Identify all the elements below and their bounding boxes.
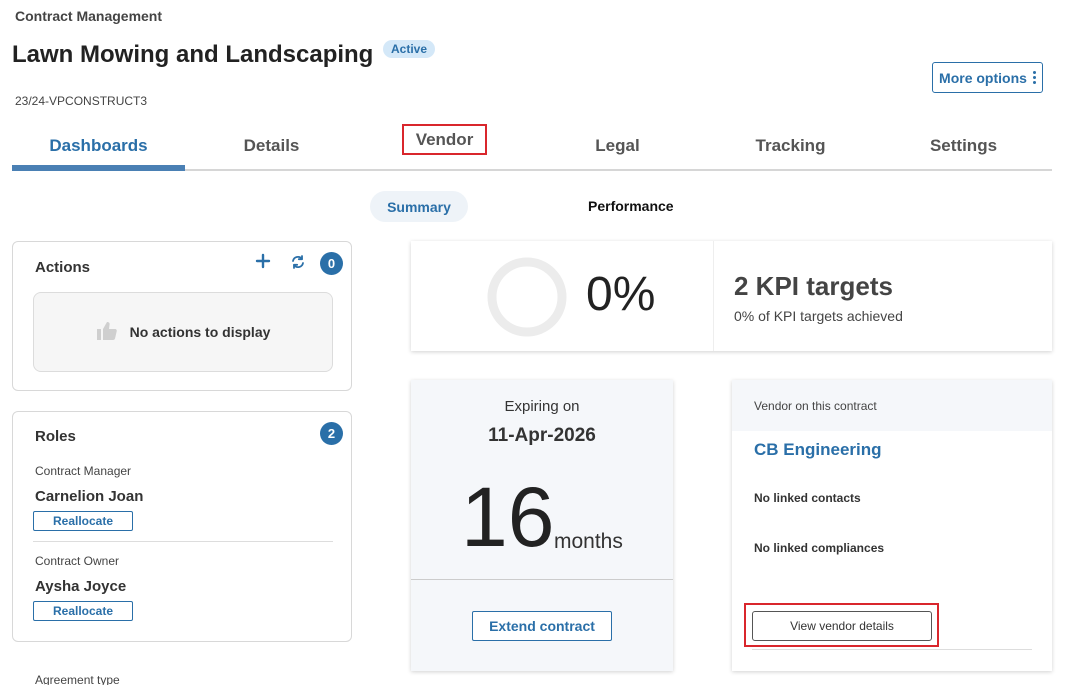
- kpi-percent: 0%: [586, 268, 656, 321]
- extend-contract-button[interactable]: Extend contract: [472, 611, 612, 641]
- tab-dashboards[interactable]: Dashboards: [12, 128, 185, 171]
- kebab-icon: [1032, 71, 1036, 84]
- subtab-performance[interactable]: Performance: [588, 198, 674, 214]
- add-icon[interactable]: [255, 253, 271, 274]
- role-name: Aysha Joyce: [35, 578, 127, 595]
- tab-vendor[interactable]: Vendor: [358, 124, 531, 169]
- vendor-header-text: Vendor on this contract: [754, 399, 877, 413]
- thumbs-up-icon: [96, 321, 118, 344]
- reallocate-button[interactable]: Reallocate: [33, 601, 133, 621]
- actions-empty-text: No actions to display: [129, 324, 271, 340]
- roles-count-badge: 2: [320, 422, 343, 445]
- roles-title: Roles: [35, 428, 76, 445]
- kpi-progress-ring: [487, 257, 567, 337]
- tab-details[interactable]: Details: [185, 128, 358, 169]
- actions-panel: Actions 0 No actions to display: [12, 241, 352, 391]
- expiry-label: Expiring on: [504, 398, 580, 415]
- vendor-card: Vendor on this contract CB Engineering N…: [732, 380, 1052, 671]
- actions-empty-state: No actions to display: [33, 292, 333, 372]
- vendor-divider: [752, 649, 1032, 650]
- roles-panel: Roles 2 Contract Manager Carnelion Joan …: [12, 411, 352, 642]
- contract-code: 23/24-VPCONSTRUCT3: [15, 94, 148, 108]
- breadcrumb[interactable]: Contract Management: [15, 8, 162, 24]
- status-badge: Active: [383, 40, 436, 58]
- tab-tracking[interactable]: Tracking: [704, 128, 877, 169]
- expiry-number: 16: [461, 470, 555, 564]
- kpi-card: 0% 2 KPI targets 0% of KPI targets achie…: [411, 241, 1052, 351]
- vendor-name-link[interactable]: CB Engineering: [754, 440, 882, 460]
- role-divider: [33, 541, 333, 542]
- more-options-label: More options: [939, 69, 1027, 86]
- vendor-contacts: No linked contacts: [754, 491, 861, 505]
- main-tabs: Dashboards Details Vendor Legal Tracking…: [12, 124, 1052, 171]
- role-label: Contract Owner: [35, 554, 120, 568]
- refresh-icon[interactable]: [290, 254, 306, 275]
- expiry-divider: [411, 579, 673, 580]
- kpi-divider: [713, 241, 714, 351]
- agreement-type-label: Agreement type: [35, 673, 120, 685]
- tab-settings[interactable]: Settings: [877, 128, 1050, 169]
- kpi-achieved: 0% of KPI targets achieved: [734, 308, 903, 324]
- tab-legal[interactable]: Legal: [531, 128, 704, 169]
- expiry-unit: months: [554, 530, 623, 553]
- reallocate-button[interactable]: Reallocate: [33, 511, 133, 531]
- actions-count-badge: 0: [320, 252, 343, 275]
- actions-title: Actions: [35, 259, 91, 276]
- page-title: Lawn Mowing and Landscaping: [12, 41, 374, 68]
- expiry-date: 11-Apr-2026: [488, 425, 596, 446]
- vendor-compliances: No linked compliances: [754, 541, 885, 555]
- more-options-button[interactable]: More options: [932, 62, 1043, 93]
- kpi-targets: 2 KPI targets: [734, 271, 893, 301]
- role-name: Carnelion Joan: [35, 488, 144, 505]
- role-label: Contract Manager: [35, 464, 132, 478]
- subtab-summary[interactable]: Summary: [370, 191, 468, 222]
- expiry-card: Expiring on 11-Apr-2026 16 months Extend…: [411, 380, 673, 671]
- view-vendor-details-button[interactable]: View vendor details: [752, 611, 932, 641]
- tab-vendor-label: Vendor: [401, 124, 488, 155]
